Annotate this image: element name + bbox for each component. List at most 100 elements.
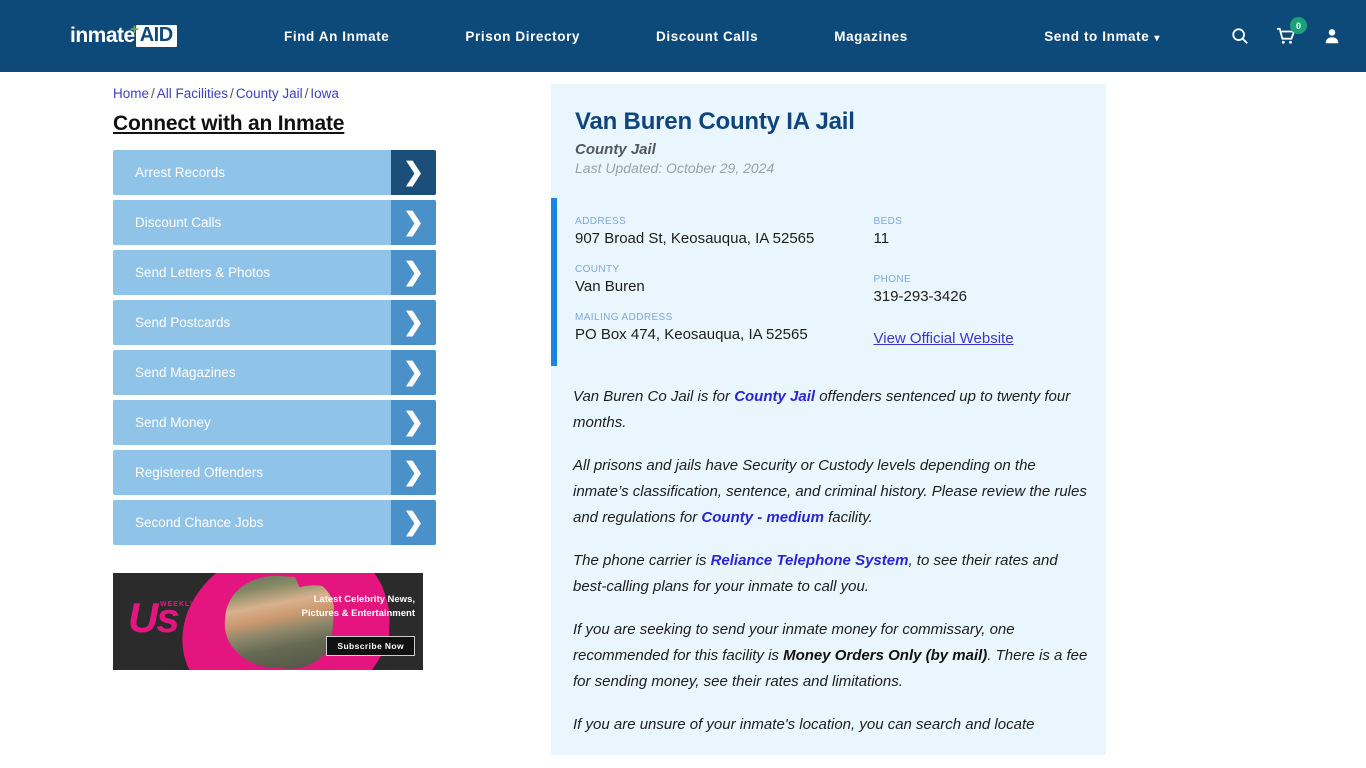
info-value: PO Box 474, Keosauqua, IA 52565 bbox=[575, 326, 808, 343]
text-segment: Van Buren Co Jail is for bbox=[573, 388, 735, 405]
facility-type: County Jail bbox=[575, 141, 656, 158]
chevron-right-icon: ❯ bbox=[391, 450, 436, 495]
chevron-right-icon: ❯ bbox=[391, 300, 436, 345]
chevron-glyph: ❯ bbox=[403, 208, 424, 236]
link-reliance-telephone-system[interactable]: Reliance Telephone System bbox=[711, 552, 909, 569]
breadcrumb-separator: / bbox=[304, 86, 309, 101]
sidebar-item-label: Send Magazines bbox=[135, 365, 236, 380]
cart-count-badge: 0 bbox=[1290, 17, 1307, 34]
chevron-right-icon: ❯ bbox=[391, 250, 436, 295]
sidebar-item-discount-calls[interactable]: Discount Calls ❯ bbox=[113, 200, 436, 245]
search-button[interactable] bbox=[1224, 20, 1256, 52]
sidebar-item-label: Send Money bbox=[135, 415, 211, 430]
nav-dropdown-label: Send to Inmate bbox=[1044, 28, 1150, 44]
sidebar-item-send-money[interactable]: Send Money ❯ bbox=[113, 400, 436, 445]
chevron-right-icon: ❯ bbox=[391, 150, 436, 195]
breadcrumb-item-home[interactable]: Home bbox=[113, 86, 149, 101]
info-label: COUNTY bbox=[575, 264, 620, 275]
info-column-left: ADDRESS 907 Broad St, Keosauqua, IA 5256… bbox=[575, 216, 841, 348]
advertisement-banner[interactable]: Us WEEKLY Latest Celebrity News, Picture… bbox=[113, 573, 423, 670]
info-beds: BEDS 11 bbox=[874, 216, 1107, 248]
text-segment: facility. bbox=[823, 509, 873, 526]
info-address: ADDRESS 907 Broad St, Keosauqua, IA 5256… bbox=[575, 216, 841, 248]
breadcrumb: Home / All Facilities / County Jail / Iowa bbox=[113, 86, 339, 101]
link-county-jail[interactable]: County Jail bbox=[734, 388, 815, 405]
chevron-right-icon: ❯ bbox=[391, 200, 436, 245]
info-value: 907 Broad St, Keosauqua, IA 52565 bbox=[575, 230, 815, 247]
chevron-glyph: ❯ bbox=[403, 158, 424, 186]
info-label: ADDRESS bbox=[575, 216, 627, 227]
nav-item-prison-directory[interactable]: Prison Directory bbox=[465, 29, 580, 44]
chevron-right-icon: ❯ bbox=[391, 350, 436, 395]
top-navigation-bar: inmate AID + Find An Inmate Prison Direc… bbox=[0, 0, 1366, 72]
paragraph-1: Van Buren Co Jail is for County Jail off… bbox=[573, 384, 1090, 436]
nav-dropdown-send-to-inmate[interactable]: Send to Inmate ▾ bbox=[1044, 29, 1160, 44]
sidebar-title: Connect with an Inmate bbox=[113, 112, 345, 135]
sidebar: Connect with an Inmate Arrest Records ❯ … bbox=[113, 112, 436, 755]
breadcrumb-item-county-jail[interactable]: County Jail bbox=[236, 86, 303, 101]
chevron-right-icon: ❯ bbox=[391, 500, 436, 545]
sidebar-item-second-chance-jobs[interactable]: Second Chance Jobs ❯ bbox=[113, 500, 436, 545]
chevron-down-icon: ▾ bbox=[1154, 32, 1160, 44]
last-updated: Last Updated: October 29, 2024 bbox=[575, 160, 775, 176]
ad-brand-sublabel: WEEKLY bbox=[160, 601, 196, 608]
info-value: Van Buren bbox=[575, 278, 645, 295]
link-county-medium[interactable]: County - medium bbox=[701, 509, 824, 526]
text-segment: The phone carrier is bbox=[573, 552, 711, 569]
nav-item-find-an-inmate[interactable]: Find An Inmate bbox=[284, 29, 389, 44]
facility-card: Van Buren County IA Jail County Jail Las… bbox=[551, 84, 1106, 755]
sidebar-item-arrest-records[interactable]: Arrest Records ❯ bbox=[113, 150, 436, 195]
logo-plus-icon: + bbox=[130, 21, 139, 38]
facility-header: Van Buren County IA Jail County Jail Las… bbox=[551, 84, 1106, 190]
info-label: MAILING ADDRESS bbox=[575, 312, 673, 323]
paragraph-3: The phone carrier is Reliance Telephone … bbox=[573, 548, 1090, 600]
facility-description: Van Buren Co Jail is for County Jail off… bbox=[551, 366, 1106, 738]
user-icon bbox=[1325, 29, 1339, 44]
main-nav-links: Find An Inmate Prison Directory Discount… bbox=[284, 29, 908, 44]
sidebar-item-send-magazines[interactable]: Send Magazines ❯ bbox=[113, 350, 436, 395]
info-label: PHONE bbox=[873, 274, 912, 285]
nav-item-discount-calls[interactable]: Discount Calls bbox=[656, 29, 758, 44]
logo-word: inmate bbox=[70, 24, 135, 47]
paragraph-2: All prisons and jails have Security or C… bbox=[573, 453, 1090, 531]
breadcrumb-item-all-facilities[interactable]: All Facilities bbox=[157, 86, 228, 101]
logo-aid-badge: AID bbox=[135, 25, 177, 47]
sidebar-item-label: Second Chance Jobs bbox=[135, 515, 264, 530]
nav-right-group: Send to Inmate ▾ 0 bbox=[1044, 0, 1348, 72]
site-logo[interactable]: inmate AID + bbox=[70, 21, 196, 48]
info-mailing-address: MAILING ADDRESS PO Box 474, Keosauqua, I… bbox=[575, 312, 841, 344]
chevron-glyph: ❯ bbox=[403, 408, 424, 436]
chevron-glyph: ❯ bbox=[403, 258, 424, 286]
sidebar-item-send-letters-photos[interactable]: Send Letters & Photos ❯ bbox=[113, 250, 436, 295]
page-title: Van Buren County IA Jail bbox=[575, 108, 855, 135]
sidebar-item-label: Send Letters & Photos bbox=[135, 265, 271, 280]
paragraph-4: If you are seeking to send your inmate m… bbox=[573, 617, 1090, 695]
info-phone: PHONE 319-293-3426 bbox=[874, 274, 1107, 306]
cart-button[interactable]: 0 bbox=[1270, 17, 1307, 52]
chevron-glyph: ❯ bbox=[403, 358, 424, 386]
chevron-glyph: ❯ bbox=[403, 308, 424, 336]
info-value: 11 bbox=[873, 230, 890, 247]
ad-headline: Latest Celebrity News, Pictures & Entert… bbox=[301, 594, 416, 619]
ad-subscribe-button[interactable]: Subscribe Now bbox=[326, 636, 415, 656]
facility-info-panel: ADDRESS 907 Broad St, Keosauqua, IA 5256… bbox=[551, 198, 1106, 366]
info-county: COUNTY Van Buren bbox=[575, 264, 841, 296]
info-label: BEDS bbox=[873, 216, 903, 227]
nav-item-magazines[interactable]: Magazines bbox=[834, 29, 908, 44]
view-official-website-link[interactable]: View Official Website bbox=[874, 330, 1014, 347]
paragraph-5: If you are unsure of your inmate's locat… bbox=[573, 716, 1035, 733]
sidebar-item-registered-offenders[interactable]: Registered Offenders ❯ bbox=[113, 450, 436, 495]
info-column-right: BEDS 11 PHONE 319-293-3426 View Official… bbox=[841, 216, 1107, 348]
chevron-glyph: ❯ bbox=[403, 508, 424, 536]
chevron-right-icon: ❯ bbox=[391, 400, 436, 445]
breadcrumb-separator: / bbox=[151, 86, 155, 101]
account-button[interactable] bbox=[1316, 20, 1348, 52]
breadcrumb-separator: / bbox=[230, 86, 234, 101]
sidebar-item-send-postcards[interactable]: Send Postcards ❯ bbox=[113, 300, 436, 345]
info-website: View Official Website bbox=[874, 330, 1107, 348]
text-emphasis-money-orders: Money Orders Only (by mail) bbox=[783, 647, 988, 664]
breadcrumb-item-iowa[interactable]: Iowa bbox=[310, 86, 339, 101]
sidebar-item-label: Discount Calls bbox=[135, 215, 222, 230]
sidebar-item-label: Registered Offenders bbox=[135, 465, 264, 480]
sidebar-item-label: Arrest Records bbox=[135, 165, 226, 180]
